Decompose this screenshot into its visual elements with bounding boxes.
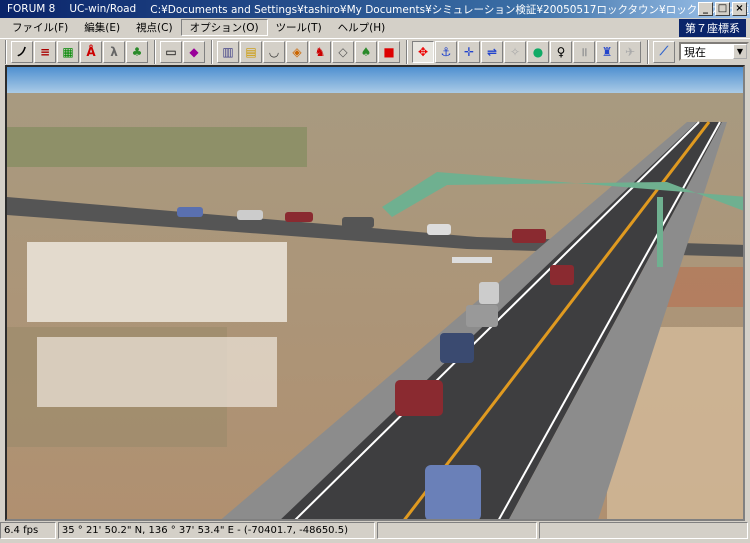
elevation-icon[interactable]: ⇌ — [481, 40, 503, 63]
status-panel-empty — [376, 522, 537, 539]
panel-icon[interactable]: ▭ — [160, 40, 182, 63]
intersection-icon[interactable]: ▦ — [57, 40, 79, 63]
plane-icon[interactable]: ✈ — [619, 40, 641, 63]
view-select[interactable]: 現在 ▼ — [679, 42, 749, 61]
car — [512, 229, 546, 243]
status-panel-empty — [538, 522, 748, 539]
3d-viewport[interactable] — [5, 65, 745, 521]
minimize-button[interactable]: _ — [698, 2, 713, 16]
title-bar: FORUM 8 UC-win/Road C:¥Documents and Set… — [0, 0, 750, 18]
maximize-button[interactable]: □ — [715, 2, 730, 16]
car — [427, 224, 451, 235]
app-name: FORUM 8 — [7, 3, 56, 15]
chevron-down-icon[interactable]: ▼ — [733, 44, 747, 59]
close-button[interactable]: × — [732, 2, 747, 16]
car — [342, 217, 374, 228]
fly-icon[interactable]: ✧ — [504, 40, 526, 63]
building-icon[interactable]: ▥ — [217, 40, 239, 63]
position-readout: 35 ° 21' 50.2" N, 136 ° 37' 53.4" E - (-… — [57, 522, 375, 539]
tree-icon[interactable]: ♣ — [126, 40, 148, 63]
drive-car-icon[interactable]: ♜ — [596, 40, 618, 63]
car — [466, 305, 498, 327]
fps-readout: 6.4 fps — [0, 522, 56, 539]
menu-view[interactable]: 視点(C) — [128, 20, 181, 35]
anchor-icon[interactable]: ⚓ — [435, 40, 457, 63]
menu-file[interactable]: ファイル(F) — [4, 20, 76, 35]
rotate-view-icon[interactable]: ✥ — [412, 40, 434, 63]
car — [285, 212, 313, 222]
road-icon[interactable]: ノ — [11, 40, 33, 63]
pedestrian-icon[interactable]: λ — [103, 40, 125, 63]
car — [440, 333, 474, 363]
pause-icon[interactable]: ॥ — [573, 40, 595, 63]
file-path: C:¥Documents and Settings¥tashiro¥My Doc… — [150, 3, 750, 16]
vehicle-icon[interactable]: ♞ — [309, 40, 331, 63]
sign-icon[interactable]: ◈ — [286, 40, 308, 63]
driver-icon[interactable]: ♀ — [550, 40, 572, 63]
car — [237, 210, 263, 220]
coordinate-system-label: 第７座標系 — [679, 19, 746, 37]
globe-icon[interactable]: ● — [527, 40, 549, 63]
car — [395, 380, 443, 416]
view-select-value: 現在 — [684, 45, 706, 59]
tower-icon[interactable]: Å — [80, 40, 102, 63]
car — [550, 265, 574, 285]
menu-options[interactable]: オプション(O) — [180, 19, 268, 36]
toolbar: ノ ≡ ▦ Å λ ♣ ▭ ◆ ▥ ▤ ◡ ◈ ♞ ◇ ♠ ■ ✥ ⚓ ✛ ⇌ … — [0, 38, 750, 64]
car — [425, 465, 481, 519]
paint-icon[interactable]: ■ — [378, 40, 400, 63]
map-icon[interactable]: ▤ — [240, 40, 262, 63]
book-icon[interactable]: ◆ — [183, 40, 205, 63]
menu-tools[interactable]: ツール(T) — [268, 20, 330, 35]
move-icon[interactable]: ✛ — [458, 40, 480, 63]
road-scene — [7, 67, 743, 519]
car — [177, 207, 203, 217]
sky — [7, 67, 743, 97]
car — [479, 282, 499, 304]
camera-position-icon[interactable]: ⟋ — [653, 40, 675, 63]
product-name: UC-win/Road — [69, 3, 137, 15]
texture-icon[interactable]: ◇ — [332, 40, 354, 63]
menu-help[interactable]: ヘルプ(H) — [330, 20, 394, 35]
tree-edit-icon[interactable]: ♠ — [355, 40, 377, 63]
status-bar: 6.4 fps 35 ° 21' 50.2" N, 136 ° 37' 53.4… — [0, 522, 750, 541]
bowl-icon[interactable]: ◡ — [263, 40, 285, 63]
cross-section-icon[interactable]: ≡ — [34, 40, 56, 63]
menu-bar: ファイル(F) 編集(E) 視点(C) オプション(O) ツール(T) ヘルプ(… — [0, 18, 750, 37]
menu-edit[interactable]: 編集(E) — [76, 20, 128, 35]
